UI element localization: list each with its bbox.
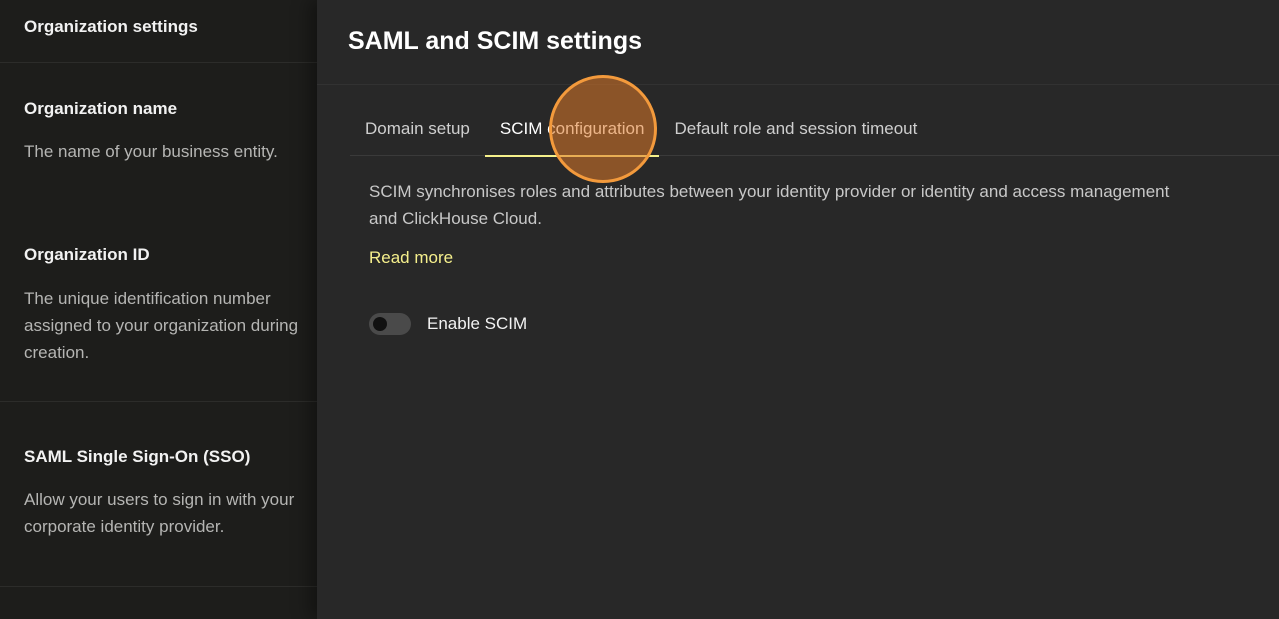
saml-sso-desc-line: Allow your users to sign in with your	[24, 490, 295, 509]
organization-id-section: Organization ID The unique identificatio…	[0, 245, 317, 402]
tab-domain-setup[interactable]: Domain setup	[350, 100, 485, 156]
organization-name-section: Organization name The name of your busin…	[0, 63, 317, 245]
scim-configuration-content: SCIM synchronises roles and attributes b…	[369, 178, 1279, 335]
enable-scim-label: Enable SCIM	[427, 314, 528, 333]
tab-scim-configuration[interactable]: SCIM configuration	[484, 100, 660, 157]
flyout-header: SAML and SCIM settings	[317, 0, 1279, 85]
saml-sso-section: SAML Single Sign-On (SSO) Allow your use…	[0, 402, 317, 587]
organization-id-desc-line: assigned to your organization during	[24, 316, 299, 335]
organization-name-desc-line: The name of your business entity.	[24, 142, 278, 161]
organization-settings-page: Organization settings Organization name …	[0, 0, 317, 619]
organization-id-desc-line: The unique identification number	[24, 289, 271, 308]
enable-scim-row: Enable SCIM	[369, 313, 1279, 335]
scim-description-line: SCIM synchronises roles and attributes b…	[369, 182, 1170, 201]
scim-description-line: and ClickHouse Cloud.	[369, 209, 542, 228]
read-more-link[interactable]: Read more	[369, 248, 453, 268]
scim-description: SCIM synchronises roles and attributes b…	[369, 178, 1279, 232]
toggle-knob	[373, 317, 387, 331]
saml-scim-flyout: SAML and SCIM settings Domain setup SCIM…	[317, 0, 1279, 619]
organization-id-description: The unique identification number assigne…	[24, 285, 299, 366]
organization-id-title: Organization ID	[24, 245, 150, 264]
tab-default-role-session-timeout[interactable]: Default role and session timeout	[659, 100, 932, 156]
app-root: Organization settings Organization name …	[0, 0, 1279, 619]
saml-sso-title: SAML Single Sign-On (SSO)	[24, 447, 251, 466]
saml-sso-description: Allow your users to sign in with your co…	[24, 486, 295, 540]
organization-name-description: The name of your business entity.	[24, 138, 293, 165]
organization-id-desc-line: creation.	[24, 343, 90, 362]
enable-scim-toggle[interactable]	[369, 313, 411, 335]
saml-sso-desc-line: corporate identity provider.	[24, 517, 225, 536]
organization-name-title: Organization name	[24, 99, 178, 118]
settings-tabs: Domain setup SCIM configuration Default …	[350, 100, 1279, 157]
organization-settings-header: Organization settings	[0, 0, 317, 63]
flyout-title: SAML and SCIM settings	[348, 27, 643, 55]
